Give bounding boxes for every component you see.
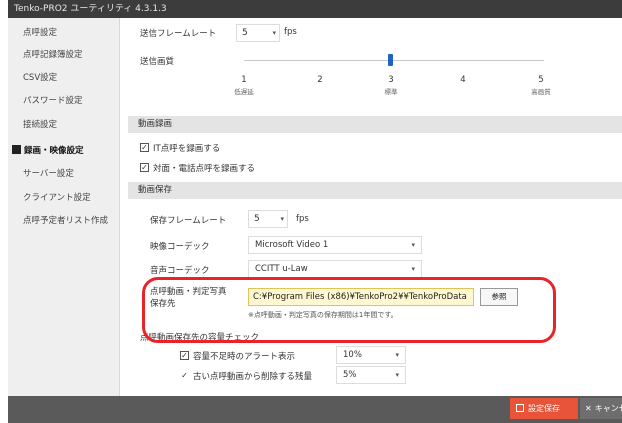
save-settings-button[interactable]: 設定保存: [510, 398, 578, 419]
utility-window: Tenko-PRO2 ユーティリティ 4.3.1.3 点呼設定 点呼記録簿設定 …: [8, 0, 622, 423]
save-frame-rate-spinner[interactable]: 5 ▾: [248, 210, 288, 228]
quality-slider-thumb[interactable]: [388, 54, 393, 66]
save-frame-rate-label: 保存フレームレート: [150, 216, 227, 226]
record-face-phone-checkbox[interactable]: ✓: [140, 163, 149, 172]
record-face-phone-label: 対面・電話点呼を録画する: [153, 164, 256, 174]
sidebar: 点呼設定 点呼記録簿設定 CSV設定 パスワード設定 接続設定 録画・映像設定 …: [8, 18, 120, 396]
sidebar-item-label: 録画・映像設定: [24, 146, 84, 156]
save-icon: [516, 404, 524, 412]
sidebar-item-tenko-settings[interactable]: 点呼設定: [8, 22, 120, 44]
sidebar-item-label: CSV設定: [23, 73, 58, 83]
close-icon: ✕: [585, 404, 592, 413]
save-section-header: 動画保存: [128, 182, 622, 199]
audio-codec-label: 音声コーデック: [150, 266, 210, 276]
spinner-arrow-icon: ▾: [280, 215, 284, 223]
delete-old-videos-select[interactable]: 5% ▾: [336, 366, 406, 384]
video-codec-label: 映像コーデック: [150, 242, 210, 252]
low-capacity-alert-checkbox[interactable]: ✓: [180, 351, 189, 360]
send-frame-rate-spinner[interactable]: 5 ▾: [236, 24, 280, 42]
sidebar-item-record-book-settings[interactable]: 点呼記録簿設定: [8, 44, 120, 66]
quality-tick-2: 2: [317, 75, 323, 85]
sidebar-item-label: パスワード設定: [23, 96, 83, 106]
chevron-down-icon: ▾: [411, 241, 415, 249]
sidebar-item-client-settings[interactable]: クライアント設定: [8, 187, 120, 209]
quality-tick-5: 5 高画質: [531, 75, 551, 96]
sidebar-item-label: 点呼記録簿設定: [23, 50, 83, 60]
delete-old-videos-value: 5%: [343, 370, 357, 380]
spinner-arrow-icon: ▾: [272, 29, 276, 37]
send-quality-label: 送信画質: [140, 57, 175, 67]
cancel-label: キャンセル: [594, 404, 622, 413]
record-it-tenko-checkbox[interactable]: ✓: [140, 143, 149, 152]
chevron-down-icon: ▾: [411, 265, 415, 273]
delete-old-videos-label: 古い点呼動画から削除する残量: [193, 372, 313, 382]
save-settings-label: 設定保存: [528, 404, 560, 413]
quality-tick-3: 3 標準: [384, 75, 398, 96]
save-frame-rate-value: 5: [254, 214, 260, 224]
video-codec-value: Microsoft Video 1: [255, 240, 329, 250]
sidebar-item-label: 接続設定: [23, 120, 58, 130]
record-it-tenko-label: IT点呼を録画する: [153, 144, 221, 154]
delete-old-videos-checkbox[interactable]: ✓: [180, 371, 189, 380]
window-title: Tenko-PRO2 ユーティリティ 4.3.1.3: [8, 0, 622, 18]
sidebar-item-schedule-list[interactable]: 点呼予定者リスト作成: [8, 210, 120, 232]
sidebar-item-label: クライアント設定: [23, 193, 91, 203]
sidebar-item-label: 点呼設定: [23, 28, 58, 38]
send-fps-unit: fps: [284, 27, 297, 37]
sidebar-item-server-settings[interactable]: サーバー設定: [8, 163, 120, 185]
sidebar-item-label: 点呼予定者リスト作成: [23, 216, 109, 226]
quality-tick-4: 4: [460, 75, 466, 85]
low-capacity-alert-label: 容量不足時のアラート表示: [193, 352, 296, 362]
video-codec-select[interactable]: Microsoft Video 1 ▾: [248, 236, 422, 254]
audio-codec-value: CCITT u-Law: [255, 264, 308, 274]
sidebar-item-connection-settings[interactable]: 接続設定: [8, 114, 120, 136]
save-fps-unit: fps: [296, 214, 309, 224]
sidebar-item-csv-settings[interactable]: CSV設定: [8, 67, 120, 89]
sidebar-item-recording-video-settings[interactable]: 録画・映像設定: [8, 140, 120, 162]
cancel-button[interactable]: ✕キャンセル: [580, 398, 622, 419]
quality-slider-track[interactable]: [244, 60, 544, 61]
selected-square-icon: [12, 145, 21, 154]
sidebar-item-password-settings[interactable]: パスワード設定: [8, 90, 120, 112]
send-frame-rate-label: 送信フレームレート: [140, 29, 217, 39]
low-capacity-alert-value: 10%: [343, 350, 362, 360]
quality-tick-1: 1 低遅延: [234, 75, 254, 96]
recording-section-header: 動画録画: [128, 116, 622, 133]
red-highlight-annotation: [142, 277, 556, 343]
sidebar-item-label: サーバー設定: [23, 169, 74, 179]
chevron-down-icon: ▾: [395, 351, 399, 359]
send-frame-rate-value: 5: [242, 28, 248, 38]
chevron-down-icon: ▾: [395, 371, 399, 379]
low-capacity-alert-select[interactable]: 10% ▾: [336, 346, 406, 364]
audio-codec-select[interactable]: CCITT u-Law ▾: [248, 260, 422, 278]
